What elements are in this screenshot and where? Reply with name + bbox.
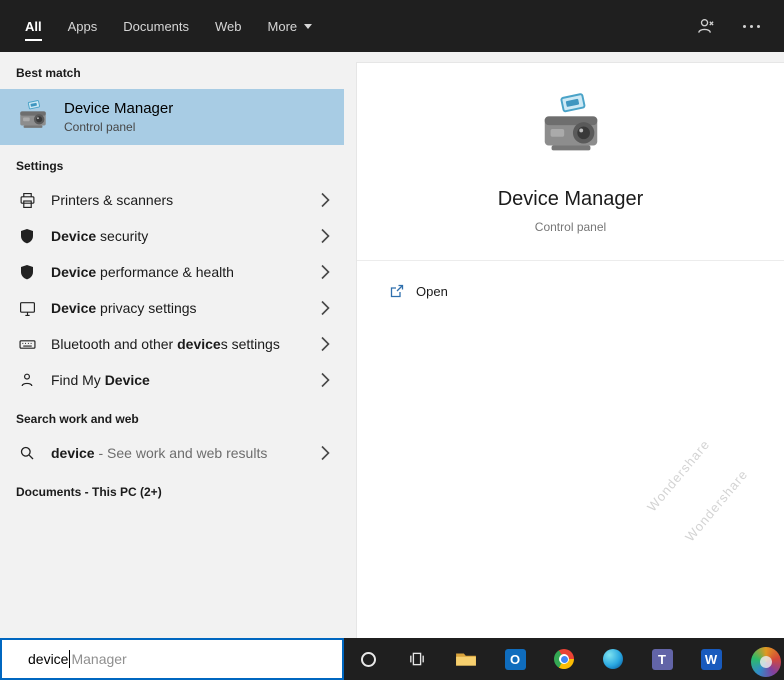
best-match-title: Device Manager — [64, 100, 174, 117]
preview-identity: Device Manager Control panel — [357, 63, 784, 234]
label-post: security — [96, 228, 149, 244]
label-bold: device — [177, 336, 221, 352]
settings-item-label: Device privacy settings — [51, 300, 197, 316]
label-bold: Device — [104, 372, 150, 388]
open-button[interactable]: Open — [389, 283, 448, 299]
chevron-right-icon[interactable] — [321, 228, 330, 244]
chevron-right-icon[interactable] — [321, 445, 330, 461]
web-search-result[interactable]: device - See work and web results — [0, 435, 344, 471]
tab-apps-label: Apps — [67, 18, 98, 34]
header-actions — [696, 0, 784, 52]
search-work-web-header: Search work and web — [16, 412, 139, 426]
web-result-label: device - See work and web results — [51, 445, 267, 461]
settings-item-label: Bluetooth and other devices settings — [51, 336, 280, 352]
device-manager-icon — [16, 100, 50, 134]
settings-section-header: Settings — [16, 159, 64, 173]
shield-icon — [17, 264, 37, 280]
settings-item-device-privacy[interactable]: Device privacy settings — [0, 290, 344, 326]
preview-subtitle: Control panel — [534, 220, 607, 234]
label-pre: Find My — [51, 372, 105, 388]
tab-all[interactable]: All — [12, 0, 55, 52]
chevron-right-icon[interactable] — [321, 336, 330, 352]
search-input[interactable]: device Manager — [0, 638, 344, 680]
outlook-icon[interactable]: O — [503, 647, 527, 671]
label-pre: Printers & scanners — [51, 192, 174, 208]
settings-item-printers-scanners[interactable]: Printers & scanners — [0, 182, 344, 218]
divider — [357, 260, 784, 261]
search-inline-suggestion: Manager — [71, 651, 127, 667]
windows-search-flyout: All Apps Documents Web More Best match D… — [0, 0, 784, 680]
watermark-logo-icon — [751, 647, 781, 677]
chevron-down-icon — [304, 23, 313, 29]
search-header-bar: All Apps Documents Web More — [0, 0, 784, 52]
tab-web[interactable]: Web — [202, 0, 255, 52]
user-account-icon[interactable] — [696, 17, 715, 36]
search-filter-tabs: All Apps Documents Web More — [0, 0, 325, 52]
settings-item-find-my-device[interactable]: Find My Device — [0, 362, 344, 398]
chevron-right-icon[interactable] — [321, 300, 330, 316]
open-label: Open — [416, 283, 448, 299]
search-icon — [17, 445, 37, 461]
text-caret — [69, 650, 71, 668]
preview-pane: Device Manager Control panel Open — [356, 62, 784, 638]
label-post: privacy settings — [96, 300, 197, 316]
shield-icon — [17, 228, 37, 244]
chrome-icon[interactable] — [552, 647, 576, 671]
settings-item-device-performance[interactable]: Device performance & health — [0, 254, 344, 290]
open-external-icon — [389, 283, 405, 299]
chevron-right-icon[interactable] — [321, 192, 330, 208]
tab-all-label: All — [25, 18, 42, 34]
label-bold: Device — [51, 264, 97, 280]
label-post: performance & health — [96, 264, 234, 280]
device-manager-icon-large — [536, 93, 606, 163]
label-post: - See work and web results — [94, 445, 268, 461]
person-icon — [17, 372, 37, 388]
search-typed-text: device — [28, 651, 69, 667]
label-pre: Bluetooth and other — [51, 336, 178, 352]
chevron-right-icon[interactable] — [321, 372, 330, 388]
label-post: s settings — [220, 336, 280, 352]
best-match-subtitle: Control panel — [64, 120, 136, 134]
label-bold: device — [51, 445, 95, 461]
best-match-header: Best match — [16, 66, 81, 80]
tab-more[interactable]: More — [255, 0, 326, 52]
documents-section-header: Documents - This PC (2+) — [16, 485, 162, 499]
tab-apps[interactable]: Apps — [55, 0, 111, 52]
cortana-icon[interactable] — [356, 647, 380, 671]
more-options-icon[interactable] — [743, 24, 760, 28]
tab-documents-label: Documents — [123, 18, 190, 34]
tab-more-label: More — [267, 18, 298, 34]
label-bold: Device — [51, 228, 97, 244]
settings-item-label: Find My Device — [51, 372, 150, 388]
label-bold: Device — [51, 300, 97, 316]
tab-web-label: Web — [215, 18, 242, 34]
settings-item-device-security[interactable]: Device security — [0, 218, 344, 254]
monitor-icon — [17, 300, 37, 317]
search-results-panel: Best match Device Manager Control panel … — [0, 52, 344, 638]
settings-item-label: Device security — [51, 228, 148, 244]
chevron-right-icon[interactable] — [321, 264, 330, 280]
settings-item-bluetooth-devices[interactable]: Bluetooth and other devices settings — [0, 326, 344, 362]
settings-item-label: Printers & scanners — [51, 192, 173, 208]
tab-documents[interactable]: Documents — [110, 0, 202, 52]
keyboard-icon — [17, 336, 37, 353]
word-icon[interactable]: W — [699, 647, 723, 671]
best-match-text: Device Manager Control panel — [64, 100, 173, 134]
best-match-result[interactable]: Device Manager Control panel — [0, 89, 344, 145]
teams-icon[interactable]: T — [650, 647, 674, 671]
settings-item-label: Device performance & health — [51, 264, 234, 280]
edge-icon[interactable] — [601, 647, 625, 671]
task-view-icon[interactable] — [405, 647, 429, 671]
printer-icon — [17, 192, 37, 209]
file-explorer-icon[interactable] — [454, 647, 478, 671]
preview-title: Device Manager — [497, 188, 644, 210]
